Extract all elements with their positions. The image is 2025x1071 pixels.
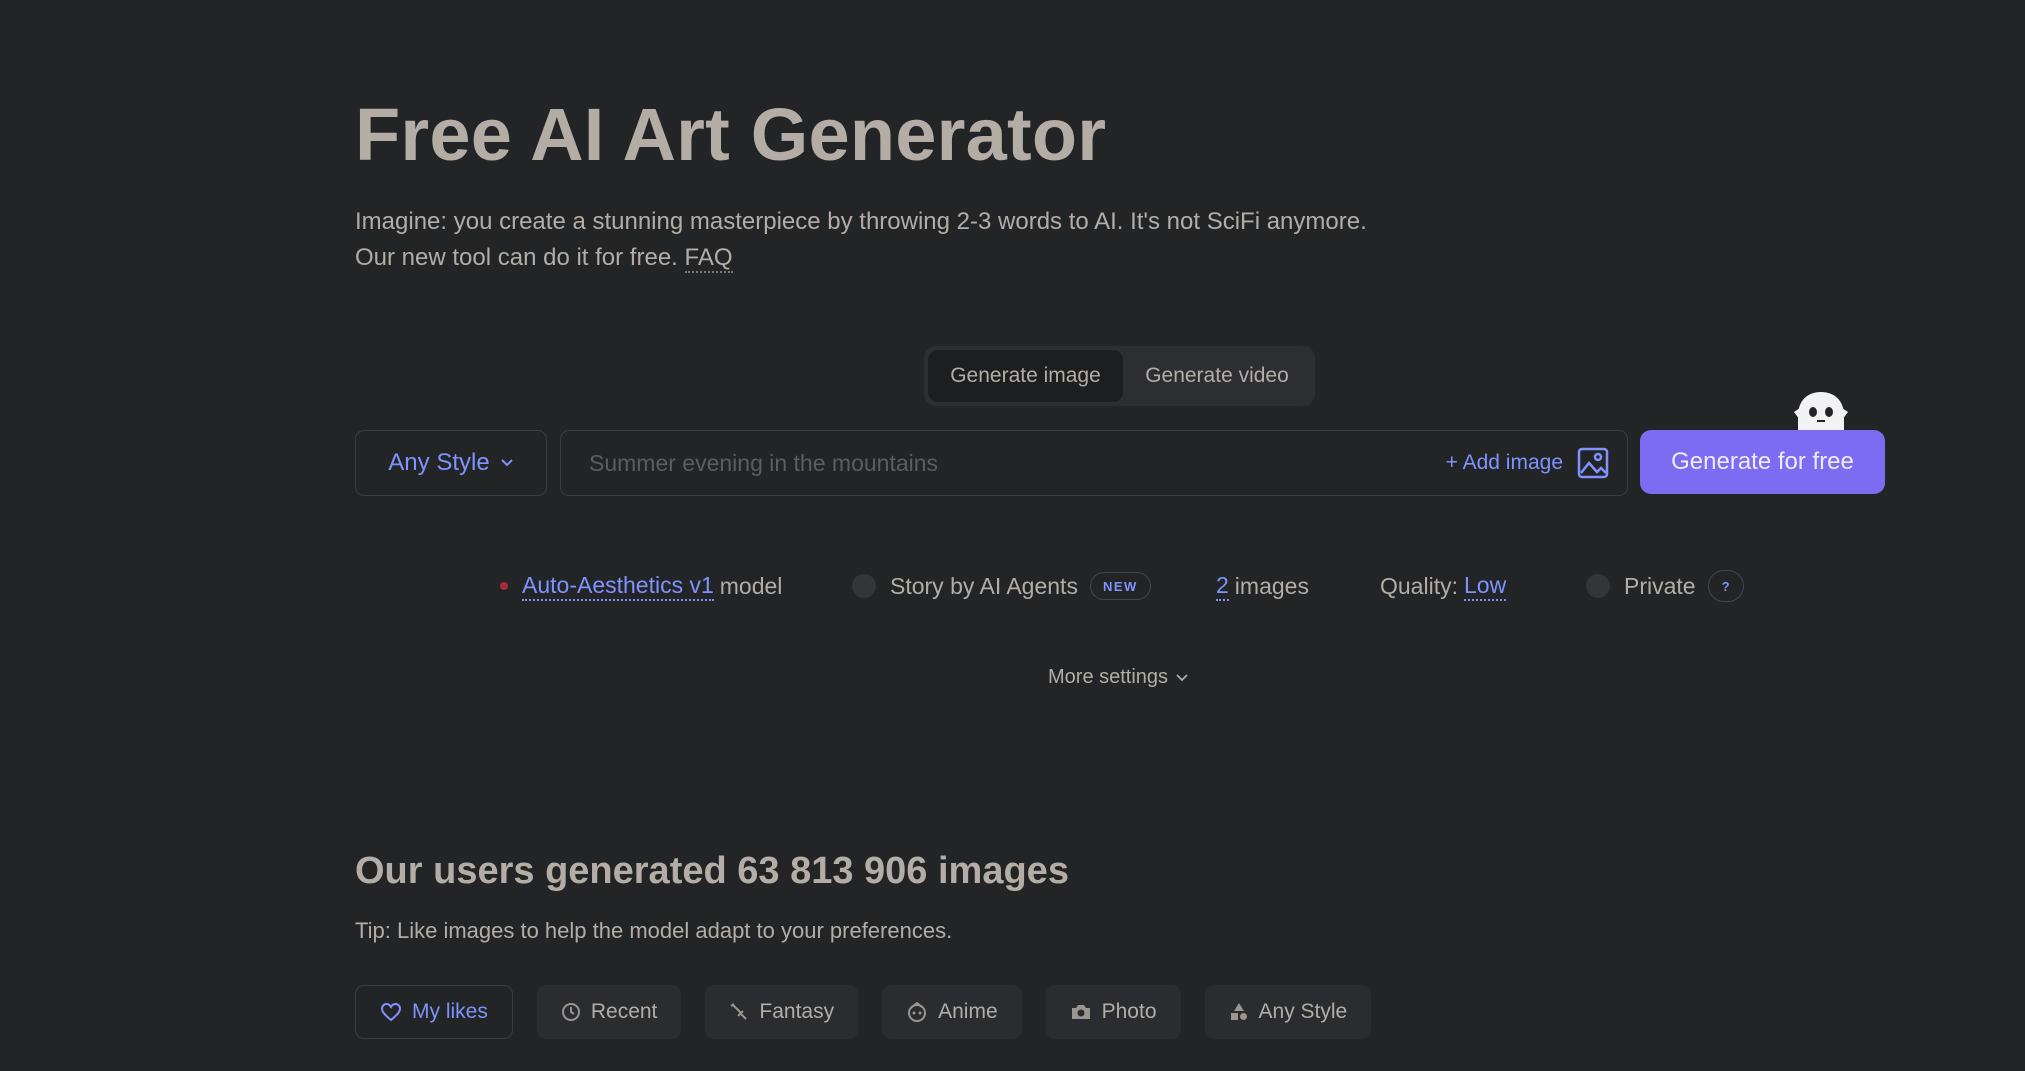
images-suffix: images <box>1234 572 1309 599</box>
sword-icon <box>730 1003 748 1020</box>
model-option: Auto-Aesthetics v1 model <box>500 566 782 606</box>
generate-button[interactable]: Generate for free <box>1640 430 1885 494</box>
filter-bar: My likes Recent Fantasy Anime Photo Any … <box>355 985 1372 1039</box>
stats-title: Our users generated 63 813 906 images <box>355 850 1069 892</box>
filter-label: Anime <box>938 1000 998 1023</box>
prompt-input[interactable] <box>589 449 1446 477</box>
filter-fantasy[interactable]: Fantasy <box>705 985 859 1039</box>
style-select[interactable]: Any Style <box>355 430 547 496</box>
style-select-label: Any Style <box>388 449 490 476</box>
shapes-icon <box>1230 1003 1247 1020</box>
mode-switch: Generate image Generate video <box>924 346 1315 406</box>
private-option: Private ? <box>1586 566 1744 606</box>
more-settings-label: More settings <box>1048 666 1169 688</box>
quality-option: Quality: Low <box>1380 566 1507 606</box>
page-title: Free AI Art Generator <box>355 93 1107 176</box>
chevron-down-icon <box>500 459 513 467</box>
quality-label: Quality: <box>1380 572 1458 599</box>
filter-anime[interactable]: Anime <box>882 985 1022 1039</box>
filter-recent[interactable]: Recent <box>536 985 682 1039</box>
add-image-button[interactable]: + Add image <box>1446 447 1609 479</box>
new-badge: NEW <box>1089 572 1151 600</box>
tab-generate-image[interactable]: Generate image <box>928 350 1123 402</box>
tip-text: Tip: Like images to help the model adapt… <box>355 918 953 943</box>
image-icon <box>1577 447 1609 479</box>
heart-icon <box>380 1002 402 1022</box>
filter-any-style[interactable]: Any Style <box>1204 985 1372 1039</box>
images-count-link[interactable]: 2 <box>1216 572 1229 601</box>
filter-label: Photo <box>1101 1000 1157 1023</box>
images-count-option: 2 images <box>1216 566 1309 606</box>
filter-my-likes[interactable]: My likes <box>355 985 513 1039</box>
model-status-dot <box>500 582 508 590</box>
prompt-box: + Add image <box>560 430 1628 496</box>
tab-generate-video[interactable]: Generate video <box>1123 350 1311 402</box>
story-option: Story by AI Agents NEW <box>852 566 1151 606</box>
camera-icon <box>1071 1005 1090 1019</box>
help-badge[interactable]: ? <box>1707 570 1744 602</box>
add-image-label: + Add image <box>1445 451 1563 474</box>
page: Free AI Art Generator Imagine: you creat… <box>0 0 2025 1071</box>
filter-label: Recent <box>590 1000 658 1023</box>
chevron-down-icon <box>1176 673 1188 681</box>
intro-line-2: Our new tool can do it for free. FAQ <box>355 240 1367 276</box>
anime-face-icon <box>908 1001 927 1022</box>
faq-link[interactable]: FAQ <box>684 244 733 273</box>
private-label: Private <box>1624 572 1696 599</box>
quality-link[interactable]: Low <box>1463 572 1507 601</box>
story-toggle[interactable] <box>852 574 876 598</box>
filter-label: Fantasy <box>759 1000 835 1023</box>
intro-text: Imagine: you create a stunning masterpie… <box>355 204 1367 276</box>
model-suffix: model <box>719 572 783 599</box>
clock-icon <box>561 1003 580 1021</box>
private-toggle[interactable] <box>1586 574 1610 598</box>
filter-photo[interactable]: Photo <box>1045 985 1181 1039</box>
more-settings-button[interactable]: More settings <box>1048 666 1188 689</box>
filter-label: Any Style <box>1258 1000 1348 1023</box>
filter-label: My likes <box>412 1000 488 1023</box>
intro-line-1: Imagine: you create a stunning masterpie… <box>355 208 1367 235</box>
story-label: Story by AI Agents <box>890 572 1078 599</box>
intro-line-2-text: Our new tool can do it for free. <box>355 244 678 271</box>
model-link[interactable]: Auto-Aesthetics v1 <box>522 572 714 601</box>
